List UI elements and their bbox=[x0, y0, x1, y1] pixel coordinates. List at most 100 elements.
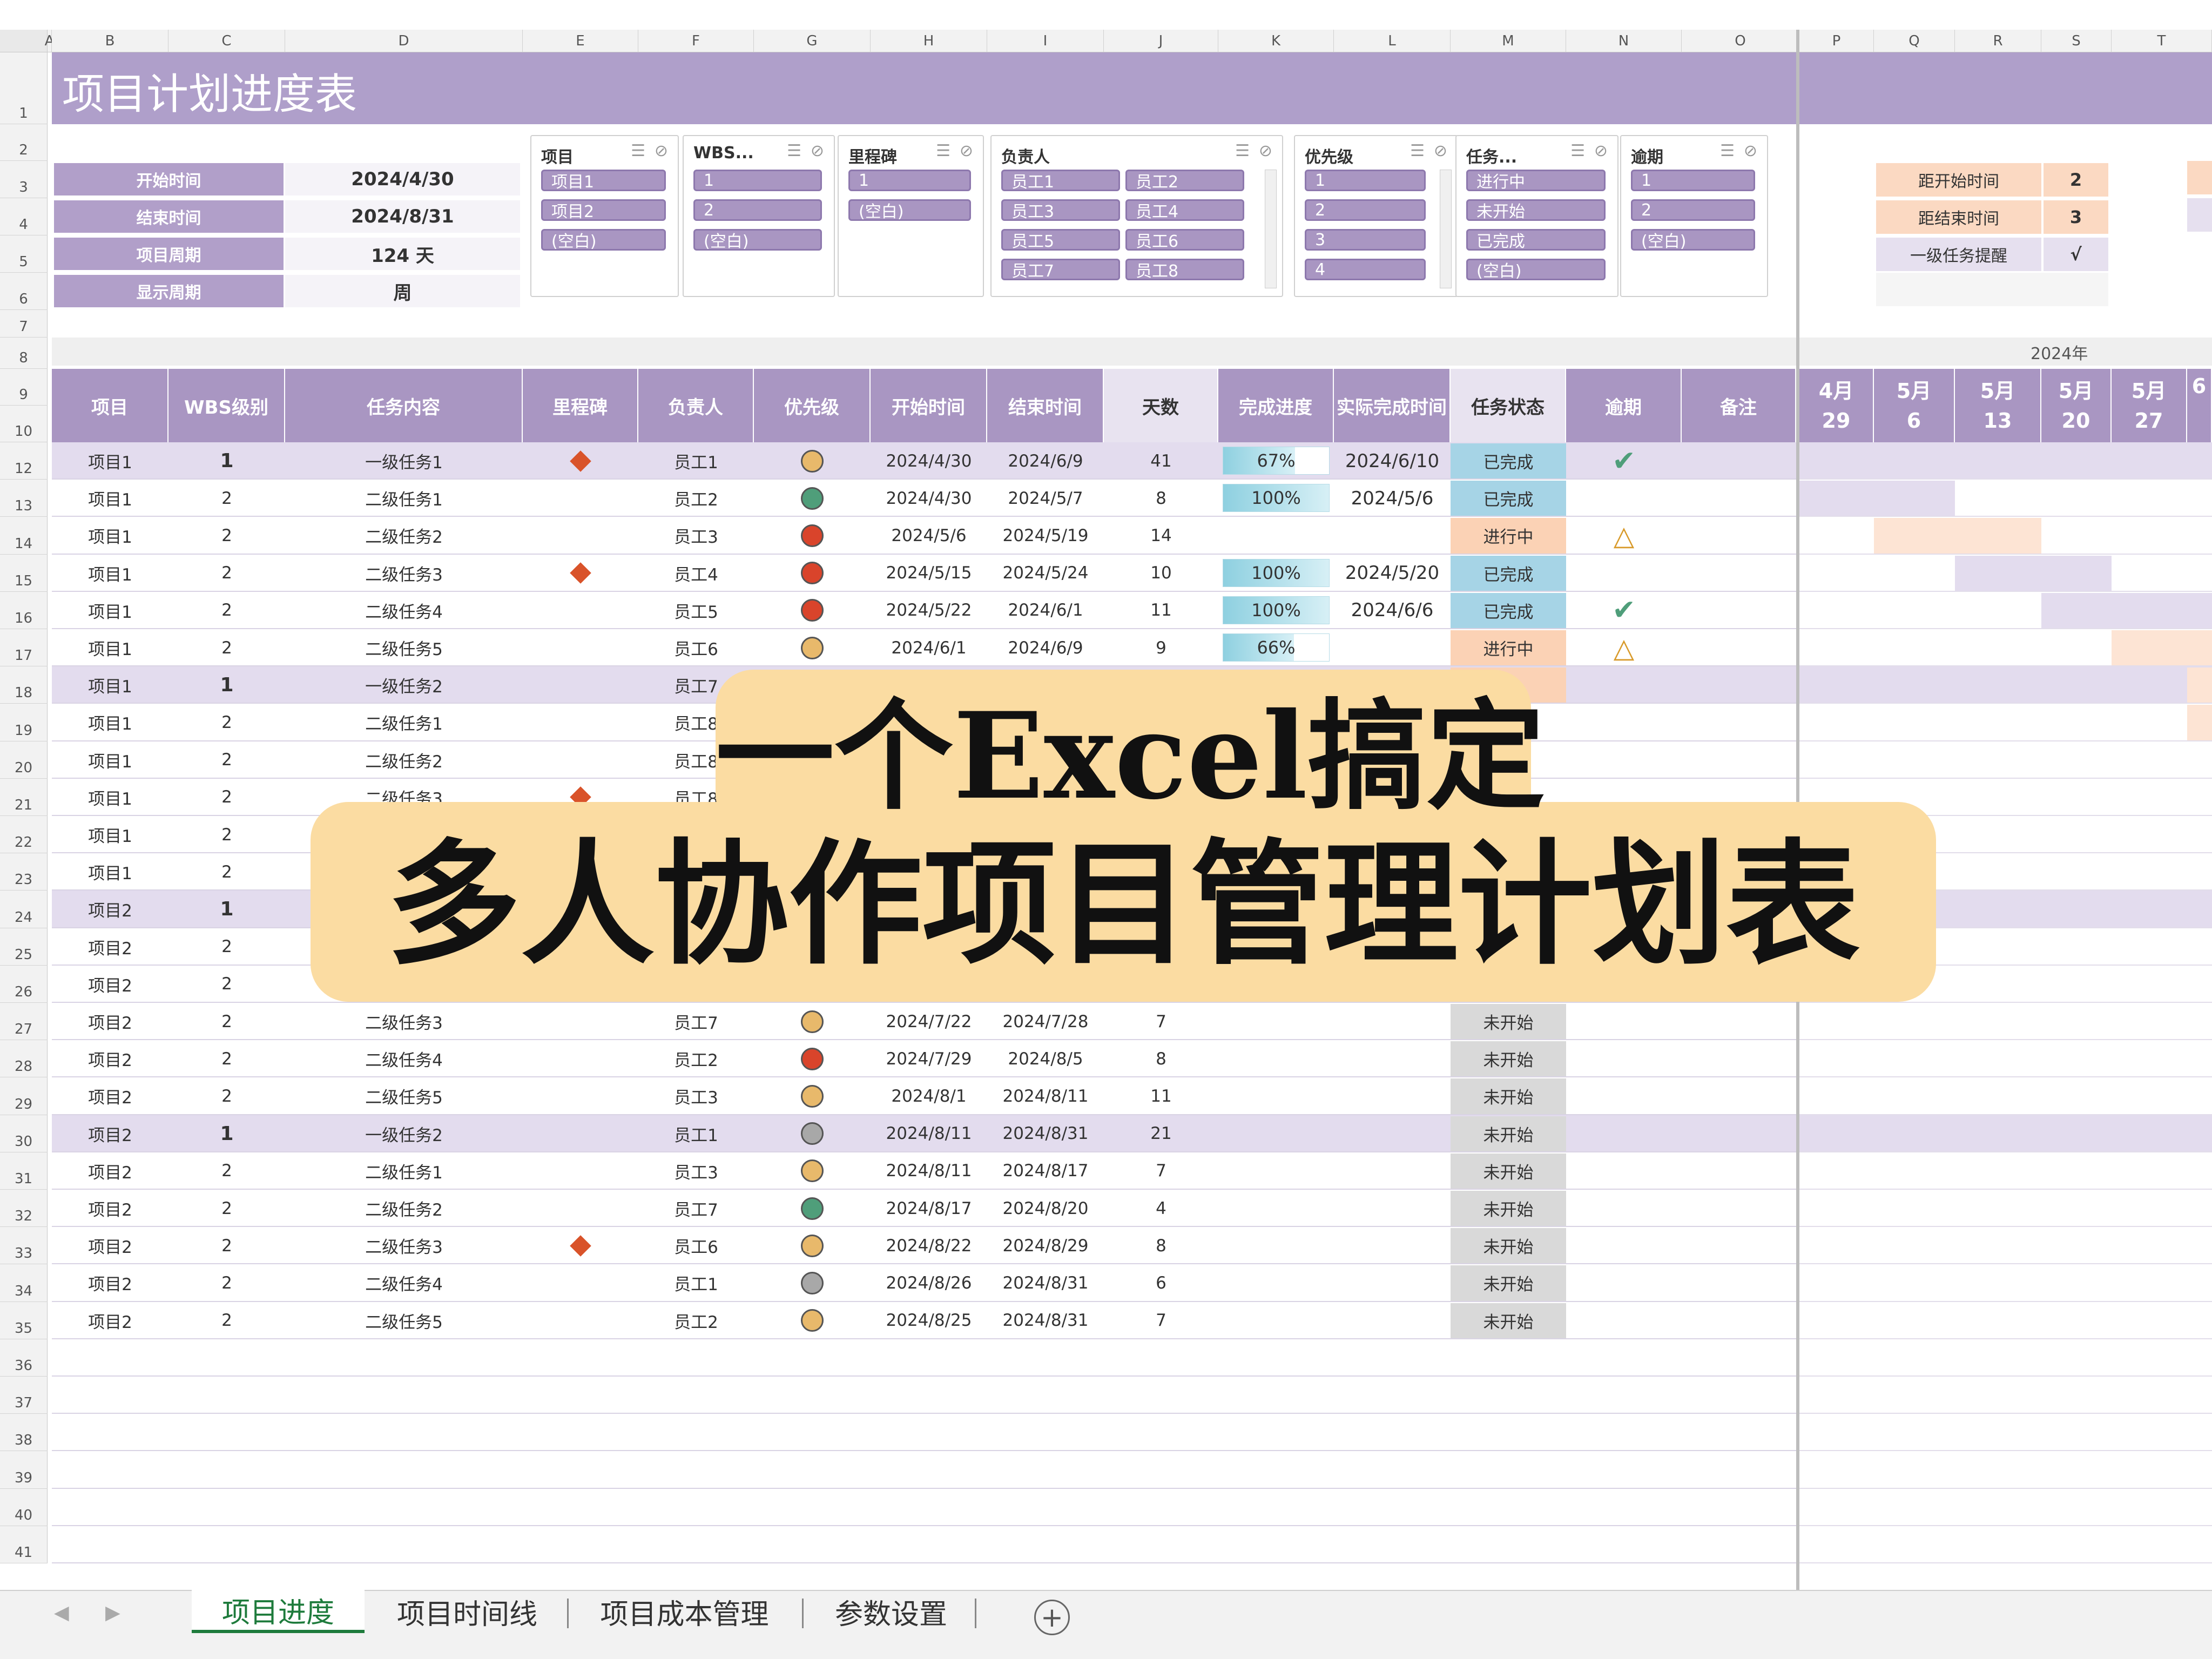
slicer-item[interactable]: 员工5 bbox=[1001, 229, 1120, 251]
row-header[interactable]: 15 bbox=[0, 554, 48, 592]
column-header[interactable]: J bbox=[1104, 30, 1218, 52]
column-header-cell[interactable]: WBS级别 bbox=[168, 369, 285, 442]
clear-filter-icon[interactable]: ⊘ bbox=[1744, 141, 1757, 160]
row-header[interactable]: 28 bbox=[0, 1040, 48, 1078]
row-header[interactable]: 17 bbox=[0, 629, 48, 667]
column-header[interactable]: G bbox=[754, 30, 871, 52]
row-header[interactable]: 21 bbox=[0, 778, 48, 816]
column-header[interactable]: K bbox=[1218, 30, 1334, 52]
column-header-cell[interactable]: 优先级 bbox=[754, 369, 871, 442]
tab-project-progress[interactable]: 项目进度 bbox=[192, 1590, 365, 1633]
slicer-scrollbar[interactable] bbox=[1440, 170, 1452, 288]
row-header[interactable]: 5 bbox=[0, 235, 48, 273]
multi-select-icon[interactable]: ☰ bbox=[787, 141, 801, 160]
tab-prev-arrow[interactable]: ◀ bbox=[54, 1602, 69, 1624]
slicer-item[interactable]: 项目2 bbox=[541, 199, 666, 221]
row-header[interactable]: 23 bbox=[0, 853, 48, 891]
column-header[interactable]: N bbox=[1566, 30, 1682, 52]
clear-filter-icon[interactable]: ⊘ bbox=[1594, 141, 1608, 160]
column-header[interactable]: H bbox=[871, 30, 987, 52]
row-header[interactable]: 10 bbox=[0, 406, 48, 442]
slicer-item[interactable]: 已完成 bbox=[1466, 229, 1606, 251]
column-header-cell[interactable]: 天数 bbox=[1104, 369, 1218, 442]
slicer-item[interactable]: 项目1 bbox=[541, 170, 666, 192]
table-row[interactable] bbox=[52, 1451, 1796, 1489]
slicer-item[interactable]: 1 bbox=[693, 170, 822, 191]
row-header[interactable]: 3 bbox=[0, 161, 48, 198]
table-row[interactable] bbox=[52, 1339, 1796, 1377]
row-header[interactable]: 20 bbox=[0, 741, 48, 779]
row-header[interactable]: 16 bbox=[0, 591, 48, 629]
slicer-item[interactable]: 进行中 bbox=[1466, 170, 1606, 192]
slicer-item[interactable]: 未开始 bbox=[1466, 199, 1606, 221]
slicer-scrollbar[interactable] bbox=[1265, 170, 1277, 288]
column-header-cell[interactable]: 结束时间 bbox=[987, 369, 1104, 442]
column-header[interactable]: O bbox=[1682, 30, 1799, 52]
table-row[interactable] bbox=[52, 1377, 1796, 1414]
slicer-item[interactable]: 1 bbox=[1305, 170, 1426, 191]
table-row[interactable] bbox=[52, 1526, 1796, 1563]
slicer-item[interactable]: 员工1 bbox=[1001, 170, 1120, 192]
row-header[interactable]: 39 bbox=[0, 1451, 48, 1489]
column-header[interactable]: F bbox=[638, 30, 754, 52]
slicer-item[interactable]: 员工2 bbox=[1125, 170, 1244, 192]
slicer-item[interactable]: 1 bbox=[848, 170, 971, 191]
column-header[interactable]: D bbox=[285, 30, 523, 52]
column-header[interactable]: M bbox=[1451, 30, 1566, 52]
row-header[interactable]: 18 bbox=[0, 666, 48, 704]
column-header[interactable]: I bbox=[987, 30, 1104, 52]
column-header-cell[interactable]: 项目 bbox=[52, 369, 168, 442]
column-header[interactable]: E bbox=[523, 30, 638, 52]
slicer-item[interactable]: 员工3 bbox=[1001, 199, 1120, 221]
row-header[interactable]: 22 bbox=[0, 816, 48, 854]
column-header[interactable]: R bbox=[1955, 30, 2041, 52]
slicer-item[interactable]: 3 bbox=[1305, 229, 1426, 251]
add-sheet-button[interactable]: + bbox=[1034, 1600, 1070, 1635]
row-header[interactable]: 37 bbox=[0, 1377, 48, 1414]
slicer-item[interactable]: 2 bbox=[1305, 199, 1426, 221]
column-header-cell[interactable]: 任务内容 bbox=[285, 369, 523, 442]
slicer-item[interactable]: (空白) bbox=[848, 199, 971, 221]
slicer-item[interactable]: (空白) bbox=[1631, 229, 1755, 251]
multi-select-icon[interactable]: ☰ bbox=[631, 141, 645, 160]
row-header[interactable]: 29 bbox=[0, 1077, 48, 1115]
column-header-cell[interactable]: 里程碑 bbox=[523, 369, 638, 442]
clear-filter-icon[interactable]: ⊘ bbox=[811, 141, 824, 160]
row-header[interactable]: 1 bbox=[0, 52, 48, 124]
slicer-item[interactable]: 员工8 bbox=[1125, 259, 1244, 281]
row-header[interactable]: 13 bbox=[0, 480, 48, 517]
multi-select-icon[interactable]: ☰ bbox=[1720, 141, 1735, 160]
multi-select-icon[interactable]: ☰ bbox=[1570, 141, 1585, 160]
row-header[interactable]: 36 bbox=[0, 1339, 48, 1377]
row-header[interactable]: 14 bbox=[0, 517, 48, 555]
column-header-cell[interactable]: 实际完成时间 bbox=[1334, 369, 1451, 442]
row-header[interactable]: 40 bbox=[0, 1488, 48, 1526]
row-header[interactable]: 35 bbox=[0, 1301, 48, 1339]
column-header-cell[interactable]: 备注 bbox=[1682, 369, 1796, 442]
slicer-item[interactable]: (空白) bbox=[1466, 259, 1606, 281]
row-header[interactable]: 41 bbox=[0, 1526, 48, 1563]
column-header[interactable]: B bbox=[52, 30, 168, 52]
select-all-corner[interactable] bbox=[0, 30, 48, 52]
clear-filter-icon[interactable]: ⊘ bbox=[1259, 141, 1272, 160]
tab-project-timeline[interactable]: 项目时间线 bbox=[373, 1590, 562, 1633]
row-header[interactable]: 27 bbox=[0, 1003, 48, 1041]
row-header[interactable]: 19 bbox=[0, 704, 48, 741]
clear-filter-icon[interactable]: ⊘ bbox=[960, 141, 973, 160]
clear-filter-icon[interactable]: ⊘ bbox=[1434, 141, 1447, 160]
column-header[interactable]: A bbox=[45, 30, 54, 52]
column-header[interactable]: T bbox=[2112, 30, 2212, 52]
multi-select-icon[interactable]: ☰ bbox=[936, 141, 950, 160]
row-header[interactable]: 4 bbox=[0, 198, 48, 235]
tab-cost-management[interactable]: 项目成本管理 bbox=[575, 1590, 794, 1633]
row-header[interactable]: 34 bbox=[0, 1264, 48, 1302]
row-header[interactable]: 38 bbox=[0, 1414, 48, 1452]
multi-select-icon[interactable]: ☰ bbox=[1410, 141, 1425, 160]
column-header-cell[interactable]: 完成进度 bbox=[1218, 369, 1334, 442]
multi-select-icon[interactable]: ☰ bbox=[1235, 141, 1250, 160]
row-header[interactable]: 31 bbox=[0, 1152, 48, 1190]
row-header[interactable]: 33 bbox=[0, 1227, 48, 1265]
column-header-cell[interactable]: 开始时间 bbox=[871, 369, 987, 442]
table-row[interactable] bbox=[52, 1489, 1796, 1526]
row-header[interactable]: 32 bbox=[0, 1190, 48, 1228]
